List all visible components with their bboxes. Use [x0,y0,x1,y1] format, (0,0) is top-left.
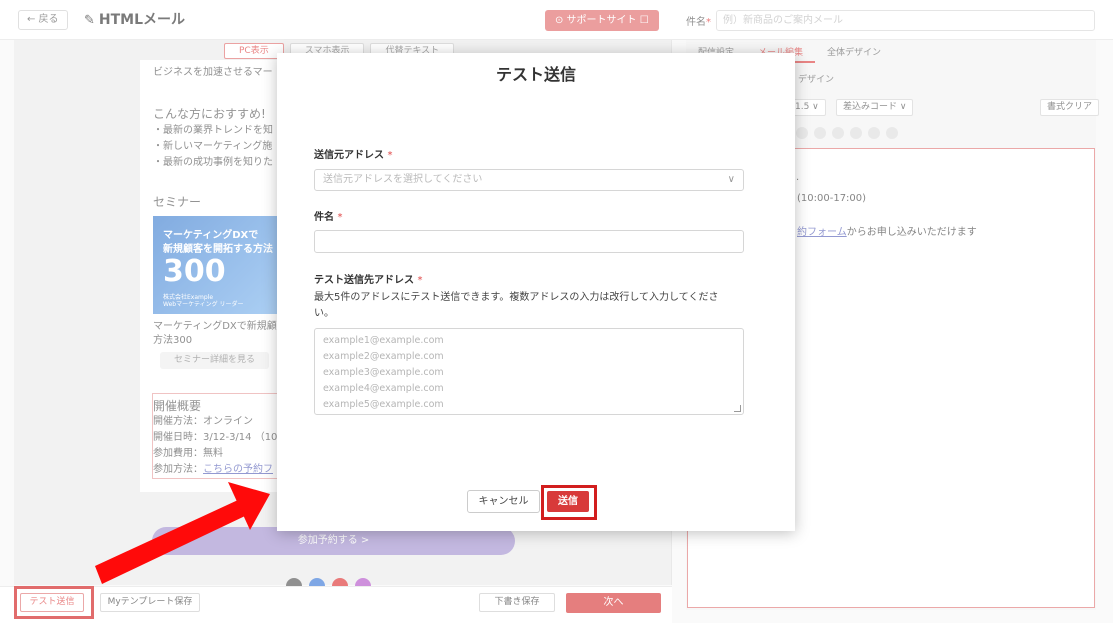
arrow-shaft [95,500,245,584]
annotation-arrow-icon [95,482,270,584]
